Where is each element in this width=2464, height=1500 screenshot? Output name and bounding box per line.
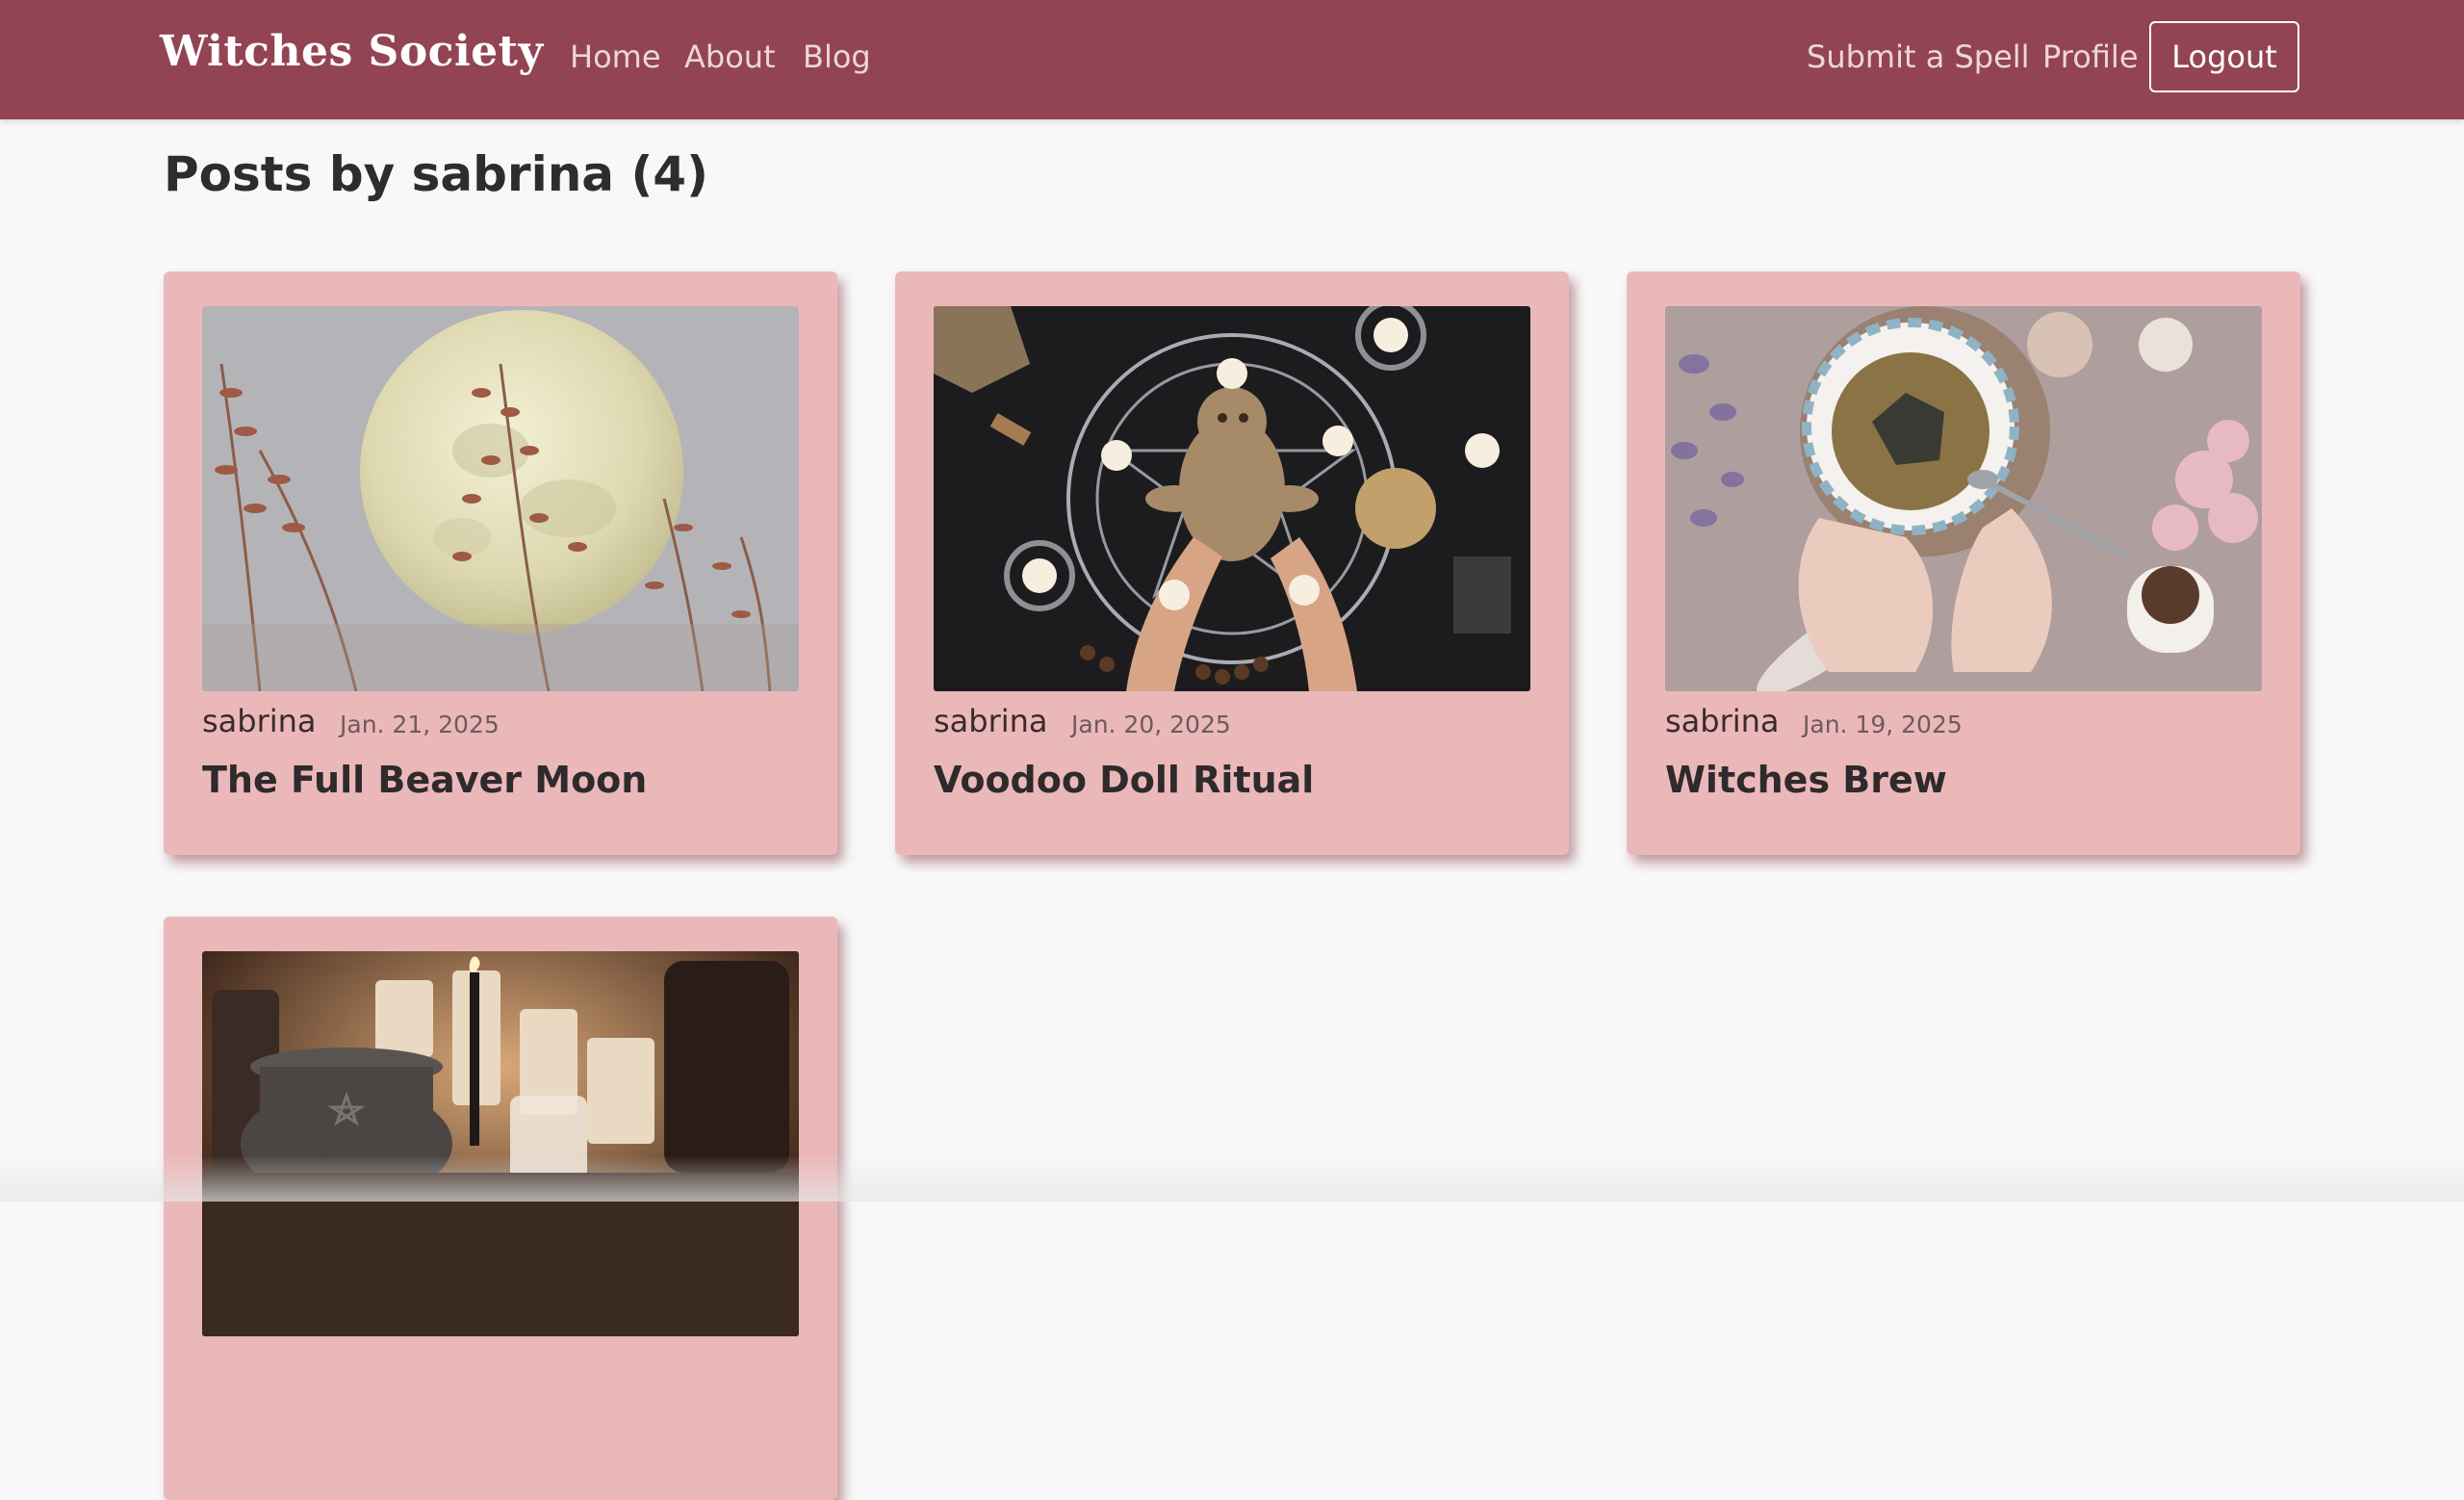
nav-link-blog[interactable]: Blog [803,39,871,75]
post-author[interactable]: sabrina [1665,703,1780,739]
post-title[interactable]: Witches Brew [1665,759,1947,801]
page-title: Posts by sabrina (4) [164,146,708,202]
nav-link-submit-spell[interactable]: Submit a Spell [1807,39,2030,75]
post-card[interactable] [164,917,837,1500]
tea-cup-herbs-image[interactable] [1665,306,2262,691]
post-card[interactable]: sabrina Jan. 19, 2025 Witches Brew [1627,272,2300,855]
logout-button[interactable]: Logout [2149,21,2299,92]
post-title[interactable]: Voodoo Doll Ritual [934,759,1314,801]
nav-link-profile[interactable]: Profile [2042,39,2139,75]
post-date: Jan. 21, 2025 [340,711,500,738]
post-author[interactable]: sabrina [934,703,1048,739]
brand-logo[interactable]: Witches Society [160,27,544,76]
post-card[interactable]: sabrina Jan. 20, 2025 Voodoo Doll Ritual [895,272,1569,855]
navbar: Witches Society Home About Blog Submit a… [0,0,2464,119]
full-moon-grass-image[interactable] [202,306,799,691]
post-author[interactable]: sabrina [202,703,317,739]
post-card[interactable]: sabrina Jan. 21, 2025 The Full Beaver Mo… [164,272,837,855]
post-date: Jan. 19, 2025 [1803,711,1963,738]
nav-link-home[interactable]: Home [570,39,661,75]
voodoo-doll-altar-image[interactable] [934,306,1530,691]
post-date: Jan. 20, 2025 [1071,711,1231,738]
post-title[interactable]: The Full Beaver Moon [202,759,647,801]
cauldron-candles-image[interactable] [202,951,799,1336]
nav-link-about[interactable]: About [684,39,776,75]
